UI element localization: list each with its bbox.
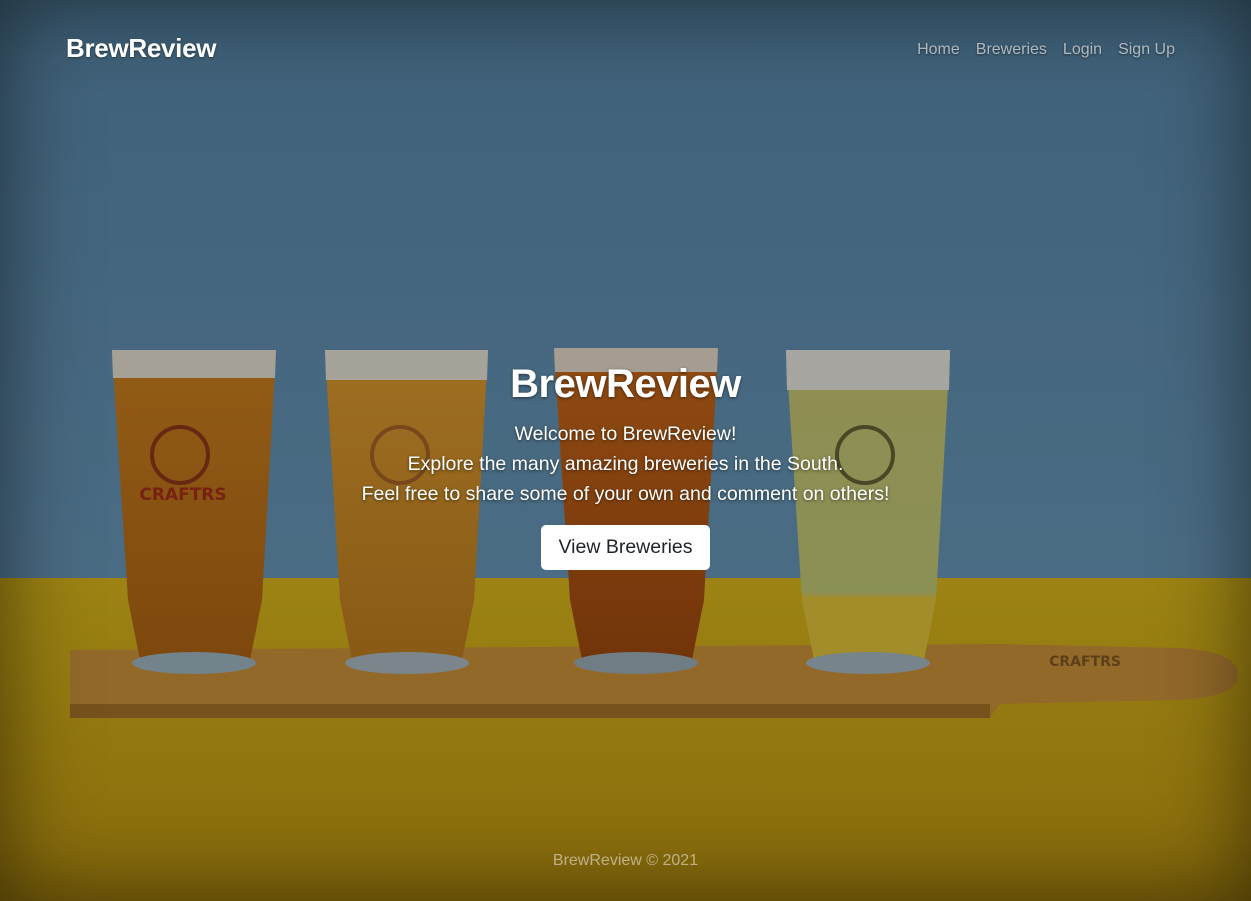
- hero-welcome-text: Welcome to BrewReview!: [514, 423, 737, 445]
- nav-link-breweries[interactable]: Breweries: [976, 41, 1047, 59]
- brand-logo[interactable]: BrewReview: [66, 33, 216, 64]
- nav-link-sign-up[interactable]: Sign Up: [1118, 41, 1175, 59]
- hero-explore-text: Explore the many amazing breweries in th…: [407, 453, 844, 475]
- hero-share-text: Feel free to share some of your own and …: [361, 483, 890, 505]
- hero-title: BrewReview: [510, 362, 741, 406]
- nav-link-login[interactable]: Login: [1063, 41, 1102, 59]
- nav-links: Home Breweries Login Sign Up: [917, 41, 1175, 59]
- nav-link-home[interactable]: Home: [917, 41, 960, 59]
- view-breweries-button[interactable]: View Breweries: [541, 525, 710, 570]
- navbar: BrewReview Home Breweries Login Sign Up: [66, 28, 1175, 68]
- landing-page: CRAFTRS CRAFTRS BrewReview Home Brewerie…: [0, 0, 1251, 901]
- hero-section: BrewReview Welcome to BrewReview! Explor…: [0, 362, 1251, 570]
- footer-copyright: BrewReview © 2021: [552, 852, 699, 869]
